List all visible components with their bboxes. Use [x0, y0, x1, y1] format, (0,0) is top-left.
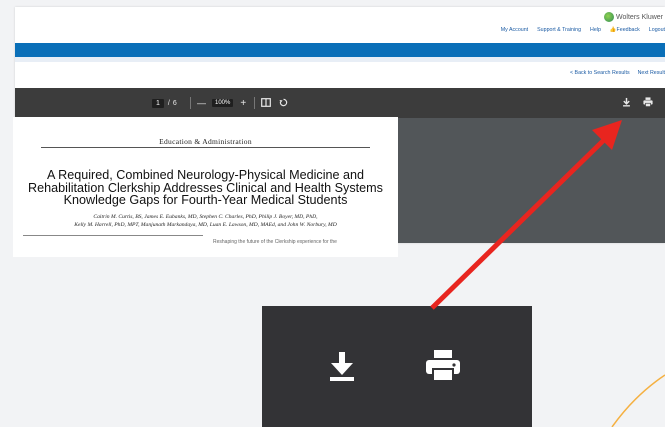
- article-authors: Caitrin M. Curtis, BS, James E. Eubanks,…: [23, 213, 388, 229]
- page-indicator: 1 / 6: [152, 88, 177, 118]
- article-title: A Required, Combined Neurology-Physical …: [28, 168, 383, 207]
- pdf-page: Education & Administration A Required, C…: [13, 117, 398, 257]
- blue-header-band: [15, 43, 665, 57]
- nav-help[interactable]: Help: [590, 27, 601, 33]
- nav-my-account[interactable]: My Account: [501, 27, 528, 33]
- zoom-group: — 100% +: [190, 88, 288, 118]
- next-result-link[interactable]: Next Result: [638, 70, 665, 76]
- results-nav: < Back to Search Results Next Result: [570, 70, 665, 76]
- toolbar-right: [622, 88, 653, 118]
- nav-support-training[interactable]: Support & Training: [537, 27, 581, 33]
- download-icon-large: [328, 352, 356, 387]
- light-header-band: [15, 57, 665, 62]
- page-total: 6: [172, 99, 177, 107]
- authors-line-1: Caitrin M. Curtis, BS, James E. Eubanks,…: [93, 214, 318, 220]
- page-separator: /: [167, 99, 170, 107]
- toolbar-divider: [254, 97, 256, 109]
- enlarged-toolbar-callout: [262, 306, 532, 427]
- back-to-results-link[interactable]: < Back to Search Results: [570, 70, 630, 76]
- section-rule: [41, 147, 370, 148]
- authors-line-2: Kelly M. Harrell, PhD, MPT, Manjunath Ma…: [74, 222, 337, 228]
- feedback-thumb-icon: 👍: [609, 27, 617, 33]
- download-icon[interactable]: [622, 97, 631, 109]
- body-text-column: Reshaping the future of the Clerkship ex…: [213, 239, 337, 245]
- top-nav: My Account Support & Training Help 👍Feed…: [501, 27, 665, 33]
- decorative-arc: [611, 374, 665, 427]
- rotate-icon[interactable]: [279, 98, 288, 109]
- toolbar-divider: [190, 97, 191, 109]
- print-icon[interactable]: [643, 97, 653, 109]
- abstract-column-rule: [23, 235, 203, 236]
- print-icon-large: [426, 350, 460, 387]
- wolters-kluwer-logo-icon: [604, 12, 615, 22]
- zoom-level-input[interactable]: 100%: [212, 99, 234, 107]
- zoom-out-button[interactable]: —: [197, 98, 206, 108]
- page-number-input[interactable]: 1: [152, 98, 164, 108]
- nav-feedback[interactable]: 👍Feedback: [610, 27, 640, 33]
- zoom-in-button[interactable]: +: [240, 98, 246, 109]
- nav-logout[interactable]: Logout: [649, 27, 665, 33]
- section-heading: Education & Administration: [159, 137, 252, 146]
- pdf-toolbar: 1 / 6 — 100% +: [15, 88, 665, 118]
- brand-header: Wolters Kluwer: [604, 12, 663, 22]
- brand-name: Wolters Kluwer: [616, 13, 663, 21]
- fit-page-icon[interactable]: [261, 97, 272, 109]
